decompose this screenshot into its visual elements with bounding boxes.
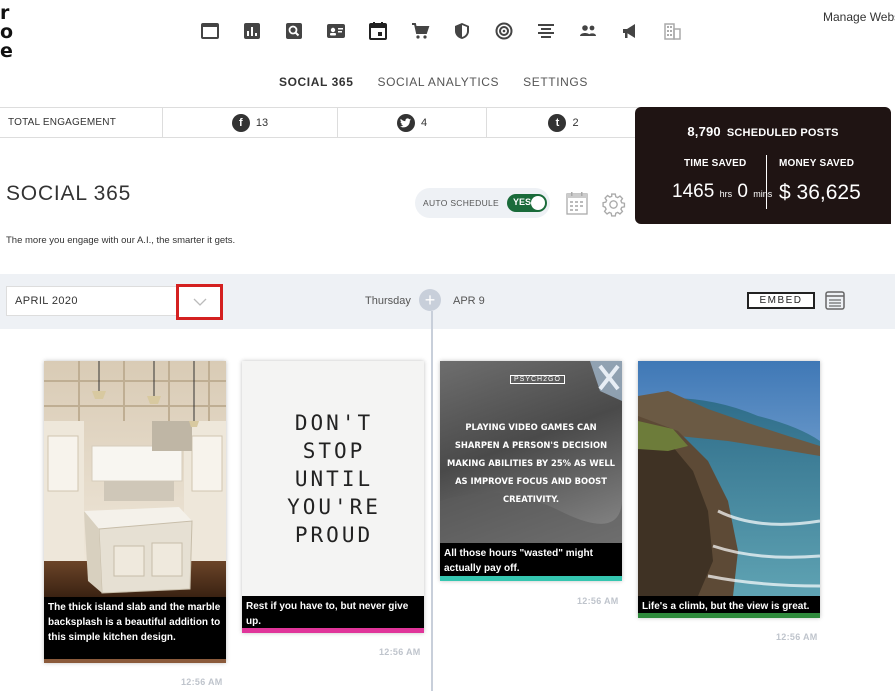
auto-schedule-value: YES bbox=[513, 197, 532, 207]
post-caption: All those hours "wasted" might actually … bbox=[440, 543, 622, 576]
timeline-line bbox=[431, 311, 433, 691]
target-icon[interactable] bbox=[483, 20, 525, 42]
post-time: 12:56 AM bbox=[776, 632, 818, 642]
post-time: 12:56 AM bbox=[577, 596, 619, 606]
gear-icon[interactable] bbox=[601, 192, 626, 217]
tumblr-engagement[interactable]: t 2 bbox=[487, 108, 640, 137]
chart-icon[interactable] bbox=[231, 20, 273, 42]
calendar-view-icon[interactable] bbox=[566, 191, 588, 215]
hours-value: 1465 bbox=[672, 181, 715, 202]
users-icon[interactable] bbox=[567, 20, 609, 42]
manage-websites-link[interactable]: Manage Webs bbox=[823, 10, 895, 24]
search-icon[interactable] bbox=[273, 20, 315, 42]
time-saved-label: TIME SAVED bbox=[684, 158, 747, 169]
page-subtitle: The more you engage with our A.I., the s… bbox=[6, 235, 236, 246]
social365-page: r o e Manage Webs SOCIAL 365 SOCIAL ANAL… bbox=[0, 0, 895, 691]
scheduled-posts-label: SCHEDULED POSTS bbox=[726, 127, 839, 139]
post-caption: The thick island slab and the marble bac… bbox=[44, 597, 226, 659]
quote-line: UNTIL bbox=[294, 466, 374, 491]
quote-line: STOP bbox=[302, 438, 366, 463]
scheduled-posts-panel: 8,790 SCHEDULED POSTS TIME SAVED MONEY SA… bbox=[635, 107, 891, 224]
post-caption: Life's a climb, but the view is great. bbox=[638, 596, 820, 614]
align-icon[interactable] bbox=[525, 20, 567, 42]
video-games-image: PSYCH2GO PLAYING VIDEO GAMES CAN SHARPEN… bbox=[440, 361, 622, 543]
month-dropdown-button[interactable] bbox=[176, 284, 223, 320]
facebook-count: 13 bbox=[255, 116, 269, 129]
tumblr-icon: t bbox=[548, 113, 567, 132]
total-engagement-label: TOTAL ENGAGEMENT bbox=[0, 108, 163, 137]
hours-unit: hrs bbox=[719, 189, 733, 199]
scheduled-posts-summary: 8,790 SCHEDULED POSTS bbox=[635, 124, 891, 139]
top-icon-bar bbox=[189, 20, 693, 42]
tab-settings[interactable]: SETTINGS bbox=[511, 75, 600, 89]
post-card-quote[interactable]: DON'T STOP UNTIL YOU'RE PROUD Rest if yo… bbox=[242, 361, 424, 633]
auto-schedule-control: AUTO SCHEDULE YES bbox=[415, 188, 550, 218]
cart-icon[interactable] bbox=[399, 20, 441, 42]
post-accent-bar bbox=[638, 613, 820, 618]
post-card-kitchen[interactable]: The thick island slab and the marble bac… bbox=[44, 361, 226, 663]
quote-line: YOU'RE bbox=[287, 494, 381, 519]
coast-image bbox=[638, 361, 820, 596]
calendar-icon[interactable] bbox=[357, 20, 399, 42]
scheduled-posts-count: 8,790 bbox=[687, 124, 721, 139]
megaphone-icon[interactable] bbox=[609, 20, 651, 42]
money-saved-label: MONEY SAVED bbox=[779, 158, 855, 169]
time-saved-value: 1465 hrs 0 mins bbox=[672, 181, 772, 203]
toggle-knob bbox=[531, 196, 546, 210]
money-saved-value: $ 36,625 bbox=[779, 181, 861, 204]
twitter-icon bbox=[396, 113, 415, 132]
auto-schedule-label: AUTO SCHEDULE bbox=[423, 198, 500, 208]
post-card-video-games[interactable]: PSYCH2GO PLAYING VIDEO GAMES CAN SHARPEN… bbox=[440, 361, 622, 581]
kitchen-image bbox=[44, 361, 226, 597]
twitter-engagement[interactable]: 4 bbox=[338, 108, 487, 137]
engagement-bar: TOTAL ENGAGEMENT f 13 4 t 2 bbox=[0, 107, 640, 138]
image-headline: PLAYING VIDEO GAMES CAN SHARPEN A PERSON… bbox=[447, 423, 615, 505]
quote-line: PROUD bbox=[294, 522, 374, 547]
tab-social-analytics[interactable]: SOCIAL ANALYTICS bbox=[365, 75, 511, 89]
chevron-down-icon bbox=[193, 298, 206, 306]
day-name: Thursday bbox=[365, 295, 411, 307]
mins-value: 0 bbox=[737, 181, 748, 202]
building-icon[interactable] bbox=[651, 20, 693, 42]
brand-watermark: PSYCH2GO bbox=[510, 375, 565, 384]
quote-line: DON'T bbox=[294, 410, 374, 435]
embed-preview-icon[interactable] bbox=[825, 291, 845, 310]
post-time: 12:56 AM bbox=[379, 647, 421, 657]
window-icon[interactable] bbox=[189, 20, 231, 42]
shield-icon[interactable] bbox=[441, 20, 483, 42]
facebook-icon: f bbox=[231, 113, 250, 132]
tab-social-365[interactable]: SOCIAL 365 bbox=[267, 75, 365, 89]
twitter-count: 4 bbox=[420, 116, 428, 129]
brand-logo[interactable]: r o e bbox=[0, 4, 13, 61]
mins-unit: mins bbox=[753, 189, 773, 199]
add-post-button[interactable]: + bbox=[419, 289, 441, 311]
post-accent-bar bbox=[44, 659, 226, 663]
main-nav: SOCIAL 365 SOCIAL ANALYTICS SETTINGS bbox=[267, 75, 600, 89]
post-accent-bar bbox=[242, 628, 424, 633]
post-caption: Rest if you have to, but never give up. bbox=[242, 596, 424, 629]
embed-button[interactable]: EMBED bbox=[747, 292, 815, 309]
post-card-coast[interactable]: Life's a climb, but the view is great. bbox=[638, 361, 820, 618]
post-accent-bar bbox=[440, 576, 622, 581]
quote-image: DON'T STOP UNTIL YOU'RE PROUD bbox=[242, 361, 424, 596]
profile-card-icon[interactable] bbox=[315, 20, 357, 42]
tumblr-count: 2 bbox=[572, 116, 579, 129]
page-title: SOCIAL 365 bbox=[6, 182, 132, 205]
logo-letter-3: e bbox=[0, 40, 13, 62]
facebook-engagement[interactable]: f 13 bbox=[163, 108, 338, 137]
post-time: 12:56 AM bbox=[181, 677, 223, 687]
auto-schedule-toggle[interactable]: YES bbox=[507, 194, 548, 212]
day-date: APR 9 bbox=[453, 295, 485, 307]
